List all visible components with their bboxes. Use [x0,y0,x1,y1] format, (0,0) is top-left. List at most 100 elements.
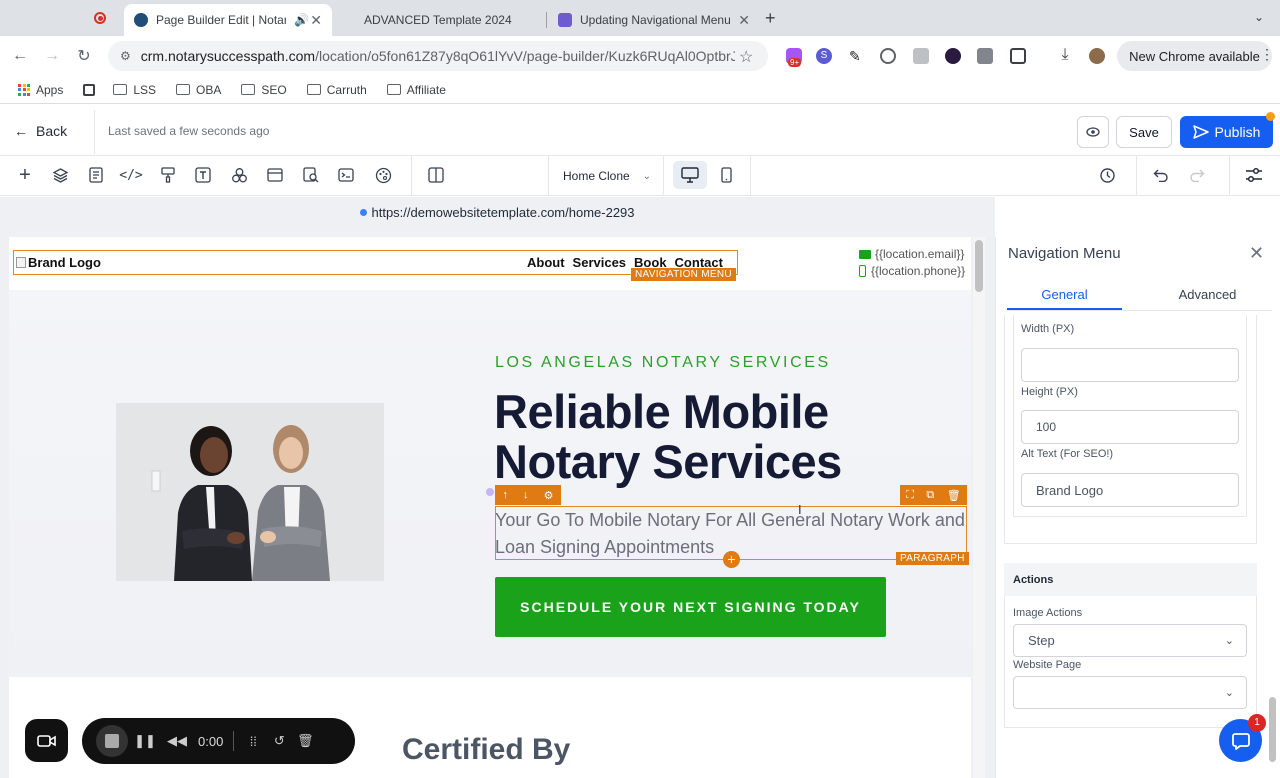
pause-icon[interactable]: ❚❚ [132,733,158,749]
components-icon[interactable] [230,166,248,184]
two-women-photo [116,403,384,581]
grid-icon[interactable]: ⁞⁞ [240,734,266,749]
bookmarks-bar: Apps LSS OBA SEO Carruth Affiliate [0,76,1280,104]
canvas-scrollbar-track[interactable] [973,237,985,778]
download-icon[interactable]: ⤓ [1057,47,1073,64]
audio-playing-icon[interactable]: 🔊 [294,13,309,27]
header-phone[interactable]: {{location.phone}} [859,264,965,278]
bookmark-folder-seo[interactable]: SEO [241,83,287,97]
trash-icon[interactable]: 🗑 [947,489,961,502]
eyedropper-icon[interactable]: ✎ [849,48,865,64]
header-email[interactable]: {{location.email}} [859,247,964,261]
close-tab-icon[interactable]: ✕ [310,12,322,29]
bookmark-grid-icon[interactable] [83,83,96,96]
text-icon[interactable] [194,166,212,184]
add-below-button[interactable]: + [723,551,740,568]
reload-icon[interactable]: ↻ [74,46,94,66]
new-chrome-available-button[interactable]: New Chrome available [1117,41,1272,71]
actions-header[interactable]: Actions [1004,563,1257,596]
width-input[interactable] [1021,348,1239,382]
back-button[interactable]: ← Back [14,123,67,139]
chevron-down-icon: ⌄ [1224,687,1234,699]
extension-s-icon[interactable]: S [816,48,832,64]
close-tab-icon[interactable]: ✕ [738,12,750,29]
forward-arrow-icon[interactable]: → [42,46,62,66]
height-input[interactable]: 100 [1021,410,1239,444]
duplicate-icon[interactable]: ⧉ [926,489,934,502]
certified-by-heading[interactable]: Certified By [402,733,570,767]
close-icon[interactable]: ✕ [1249,243,1264,264]
settings-sliders-icon[interactable] [1245,166,1263,184]
undo-icon[interactable] [1152,166,1170,184]
restart-icon[interactable]: ↺ [266,733,292,749]
tab-general[interactable]: General [1007,282,1122,310]
camera-icon[interactable] [913,48,929,64]
terminal-icon[interactable] [337,166,355,184]
page-select-dropdown[interactable]: Home Clone ⌄ [548,156,664,196]
canvas-scrollbar-thumb[interactable] [975,240,983,292]
color-palette-icon[interactable] [374,166,392,184]
sections-icon[interactable] [266,166,284,184]
gear-icon[interactable]: ⚙ [544,489,554,502]
browser-tab-page-builder[interactable]: Page Builder Edit | Notary 🔊 ✕ [124,4,332,36]
nav-link-about[interactable]: About [527,255,565,270]
hero-photo[interactable] [116,403,384,581]
profile-avatar[interactable] [1089,48,1105,64]
publish-button[interactable]: Publish [1180,116,1273,148]
drag-handle-dot[interactable] [486,488,494,496]
bookmark-apps[interactable]: Apps [18,83,63,97]
bookmark-star-icon[interactable]: ☆ [739,47,753,67]
envelope-icon [859,249,871,259]
toolbar-divider [1229,156,1230,196]
new-tab-icon[interactable]: + [765,8,776,29]
bookmark-folder-carruth[interactable]: Carruth [306,83,367,97]
extension-circle-icon[interactable] [880,48,896,64]
alt-text-input[interactable]: Brand Logo [1021,473,1239,507]
save-button[interactable]: Save [1116,116,1172,148]
brand-logo-image[interactable]: Brand Logo [16,255,101,270]
bookmark-folder-oba[interactable]: OBA [176,83,221,97]
move-down-icon[interactable]: ↓ [523,489,529,501]
chrome-menu-icon[interactable]: ⋮ [1260,46,1274,63]
address-bar[interactable]: ⚙ crm.notarysuccesspath.com /location/o5… [108,41,768,71]
stop-recording-button[interactable] [96,725,128,757]
add-element-icon[interactable]: + [16,164,34,186]
mobile-view-button[interactable] [716,161,736,189]
browser-tab-advanced-template[interactable]: ADVANCED Template 2024 [344,4,544,36]
extension-dot-icon[interactable] [945,48,961,64]
trash-icon[interactable]: 🗑 [292,733,318,749]
site-info-icon[interactable]: ⚙ [120,49,131,63]
image-actions-select[interactable]: Step ⌄ [1013,624,1247,657]
tab-advanced[interactable]: Advanced [1150,282,1265,310]
expand-icon[interactable]: ⛶ [906,489,914,502]
extension-square-icon[interactable] [977,48,993,64]
camera-record-button[interactable] [25,719,68,762]
layers-icon[interactable] [51,166,69,184]
seo-search-icon[interactable] [302,166,320,184]
browser-tab-updating-nav[interactable]: Updating Navigational Menu ✕ [548,4,760,36]
move-up-icon[interactable]: ↑ [503,489,509,501]
rewind-icon[interactable]: ◀◀ [164,733,190,749]
pages-icon[interactable] [87,166,105,184]
folder-icon [113,84,128,95]
website-page-select[interactable]: ⌄ [1013,676,1247,709]
redo-icon[interactable] [1188,166,1206,184]
tab-search-chevron-icon[interactable]: ⌄ [1254,10,1264,24]
paint-brush-icon[interactable] [159,166,177,184]
history-icon[interactable] [1098,166,1116,184]
back-arrow-icon[interactable]: ← [10,46,30,66]
bookmark-folder-affiliate[interactable]: Affiliate [386,83,446,97]
hero-headline[interactable]: Reliable Mobile Notary Services [494,387,842,487]
width-label: Width (PX) [1021,323,1075,335]
bookmark-folder-lss[interactable]: LSS [113,83,156,97]
chevron-down-icon: ⌄ [642,170,651,182]
hero-eyebrow[interactable]: LOS ANGELAS NOTARY SERVICES [495,354,831,372]
nav-link-services[interactable]: Services [573,255,627,270]
preview-button[interactable] [1077,116,1109,148]
code-icon[interactable]: </> [119,166,142,184]
desktop-view-button[interactable] [673,161,707,189]
split-view-icon[interactable] [427,166,445,184]
panel-scrollbar-thumb[interactable] [1269,697,1276,762]
extensions-puzzle-icon[interactable] [1010,48,1026,64]
schedule-signing-button[interactable]: SCHEDULE YOUR NEXT SIGNING TODAY [495,577,886,637]
